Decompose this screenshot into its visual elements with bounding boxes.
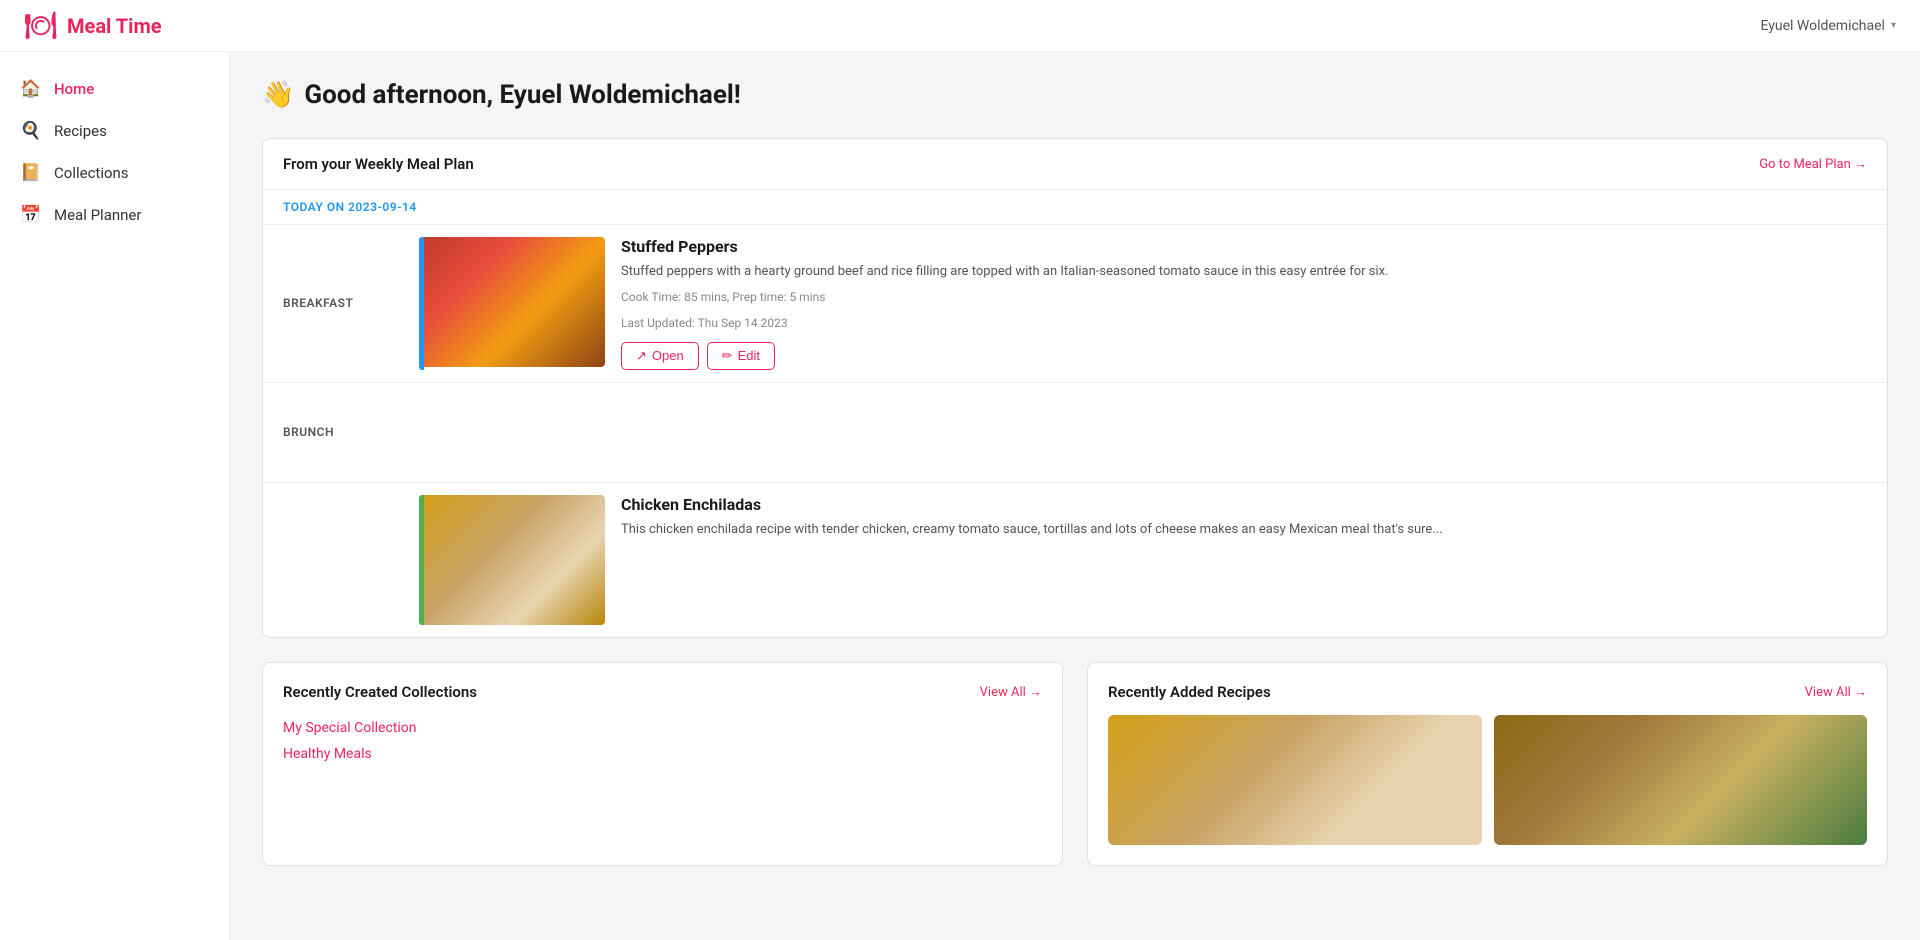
recipe-image-0[interactable] [1108,715,1482,845]
recipe-image-1[interactable] [1494,715,1868,845]
recipes-icon: 🍳 [20,121,42,141]
sidebar-item-recipes-label: Recipes [54,122,107,140]
user-name: Eyuel Woldemichael [1760,18,1885,34]
breakfast-recipe-desc: Stuffed peppers with a hearty ground bee… [621,262,1871,282]
breakfast-info: Stuffed Peppers Stuffed peppers with a h… [621,237,1871,370]
meal-content-lunch: Chicken Enchiladas This chicken enchilad… [403,483,1887,637]
breakfast-image-wrap [419,237,605,370]
recipes-card: Recently Added Recipes View All → [1087,662,1888,866]
edit-icon: ✏ [722,348,733,364]
breakfast-cook-time: Cook Time: 85 mins, Prep time: 5 mins [621,290,1871,304]
breakfast-recipe-title: Stuffed Peppers [621,237,1871,256]
main-content: 👋 Good afternoon, Eyuel Woldemichael! Fr… [230,52,1920,940]
weekly-meal-plan-card: From your Weekly Meal Plan Go to Meal Pl… [262,138,1888,638]
breakfast-actions: ↗ Open ✏ Edit [621,342,1871,370]
brand-name: Meal Time [67,14,162,38]
meal-row-brunch: BRUNCH [263,382,1887,482]
greeting-text: Good afternoon, Eyuel Woldemichael! [304,80,740,110]
greeting: 👋 Good afternoon, Eyuel Woldemichael! [262,80,1888,110]
open-breakfast-button[interactable]: ↗ Open [621,342,699,370]
collections-view-all-link[interactable]: View All → [980,684,1042,700]
lunch-image [419,495,605,625]
sidebar-item-home[interactable]: 🏠 Home [0,68,229,110]
meal-plan-title: From your Weekly Meal Plan [283,155,474,173]
collections-icon: 📔 [20,163,42,183]
meal-label-breakfast: BREAKFAST [263,225,403,382]
greeting-emoji: 👋 [262,80,294,110]
meal-planner-icon: 📅 [20,205,42,225]
user-menu[interactable]: Eyuel Woldemichael ▾ [1760,18,1896,34]
brand[interactable]: 🍽 Meal Time [24,11,162,41]
meal-content-breakfast: Stuffed Peppers Stuffed peppers with a h… [403,225,1887,382]
edit-breakfast-button[interactable]: ✏ Edit [707,342,775,370]
meal-row-lunch: Chicken Enchiladas This chicken enchilad… [263,482,1887,637]
layout: 🏠 Home 🍳 Recipes 📔 Collections 📅 Meal Pl… [0,52,1920,940]
breakfast-last-updated: Last Updated: Thu Sep 14 2023 [621,316,1871,330]
lunch-recipe-title: Chicken Enchiladas [621,495,1871,514]
sidebar-item-recipes[interactable]: 🍳 Recipes [0,110,229,152]
home-icon: 🏠 [20,79,42,99]
recipes-view-all-link[interactable]: View All → [1805,684,1867,700]
open-label: Open [652,348,684,363]
sidebar-item-home-label: Home [54,80,94,98]
collection-item-1[interactable]: Healthy Meals [283,741,1042,767]
sidebar-item-collections-label: Collections [54,164,129,182]
breakfast-image [419,237,605,367]
chevron-down-icon: ▾ [1891,20,1896,31]
brand-icon: 🍽 [24,11,57,41]
meal-content-brunch [403,383,1887,482]
recipe-images-grid [1108,715,1867,845]
sidebar-item-meal-planner[interactable]: 📅 Meal Planner [0,194,229,236]
meal-plan-card-header: From your Weekly Meal Plan Go to Meal Pl… [263,139,1887,190]
meal-label-brunch: BRUNCH [263,383,403,482]
lunch-image-wrap [419,495,605,625]
lunch-accent-bar [419,495,424,625]
recipes-card-title: Recently Added Recipes [1108,683,1271,701]
meal-label-lunch [263,483,403,637]
go-to-meal-plan-link[interactable]: Go to Meal Plan → [1759,156,1867,172]
sidebar-item-collections[interactable]: 📔 Collections [0,152,229,194]
breakfast-accent-bar [419,237,424,370]
collections-card-title: Recently Created Collections [283,683,477,701]
topnav: 🍽 Meal Time Eyuel Woldemichael ▾ [0,0,1920,52]
open-icon: ↗ [636,348,647,364]
meal-plan-scroll[interactable]: BREAKFAST Stuffed Peppers Stuffed pepper… [263,224,1887,637]
sidebar: 🏠 Home 🍳 Recipes 📔 Collections 📅 Meal Pl… [0,52,230,940]
sidebar-item-meal-planner-label: Meal Planner [54,206,141,224]
lunch-recipe-desc: This chicken enchilada recipe with tende… [621,520,1871,540]
bottom-grid: Recently Created Collections View All → … [262,662,1888,866]
collections-card: Recently Created Collections View All → … [262,662,1063,866]
edit-label: Edit [738,348,760,363]
today-date-label: TODAY ON 2023-09-14 [263,190,1887,224]
meal-row-breakfast: BREAKFAST Stuffed Peppers Stuffed pepper… [263,224,1887,382]
collection-item-0[interactable]: My Special Collection [283,715,1042,741]
collections-card-header: Recently Created Collections View All → [283,683,1042,701]
recipes-card-header: Recently Added Recipes View All → [1108,683,1867,701]
lunch-info: Chicken Enchiladas This chicken enchilad… [621,495,1871,625]
